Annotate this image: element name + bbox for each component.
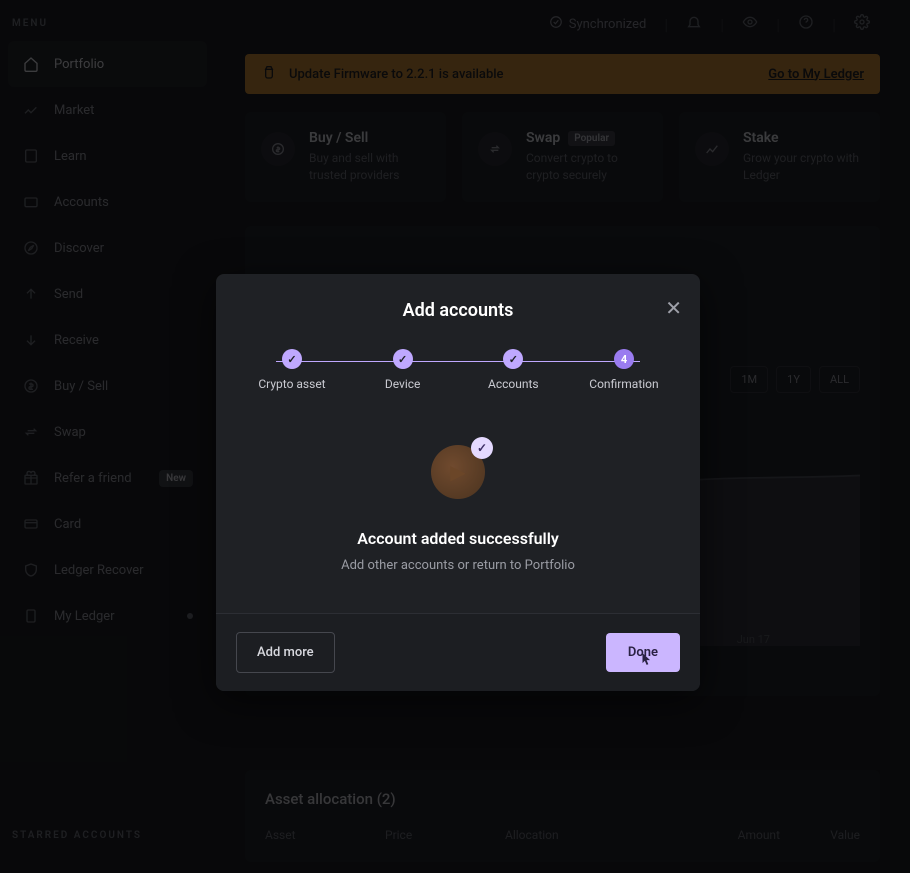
step-crypto-asset: ✓ Crypto asset (252, 349, 332, 391)
check-icon: ✓ (503, 349, 523, 369)
check-icon: ✓ (282, 349, 302, 369)
modal-header: Add accounts ✕ (216, 274, 700, 339)
check-icon: ✓ (393, 349, 413, 369)
success-subtitle: Add other accounts or return to Portfoli… (236, 558, 680, 573)
step-accounts: ✓ Accounts (473, 349, 553, 391)
step-confirmation: 4 Confirmation (584, 349, 664, 391)
close-button[interactable]: ✕ (665, 296, 682, 320)
modal-footer: Add more Done (216, 613, 700, 691)
success-graphic: ▶ ✓ (431, 445, 485, 499)
modal-body: ▶ ✓ Account added successfully Add other… (216, 391, 700, 613)
add-more-button[interactable]: Add more (236, 632, 335, 673)
step-number: 4 (614, 349, 634, 369)
step-device: ✓ Device (363, 349, 443, 391)
step-label: Device (385, 377, 421, 391)
cursor-pointer-icon (639, 651, 653, 671)
modal-title: Add accounts (236, 300, 680, 321)
success-title: Account added successfully (236, 529, 680, 548)
stepper: ✓ Crypto asset ✓ Device ✓ Accounts 4 Con… (216, 339, 700, 391)
step-label: Accounts (488, 377, 539, 391)
step-label: Confirmation (589, 377, 658, 391)
check-badge-icon: ✓ (471, 437, 493, 459)
close-icon: ✕ (665, 296, 682, 320)
step-label: Crypto asset (258, 377, 325, 391)
play-arrow-icon: ▶ (450, 460, 465, 484)
done-button[interactable]: Done (606, 633, 680, 672)
add-accounts-modal: Add accounts ✕ ✓ Crypto asset ✓ Device ✓… (216, 274, 700, 691)
